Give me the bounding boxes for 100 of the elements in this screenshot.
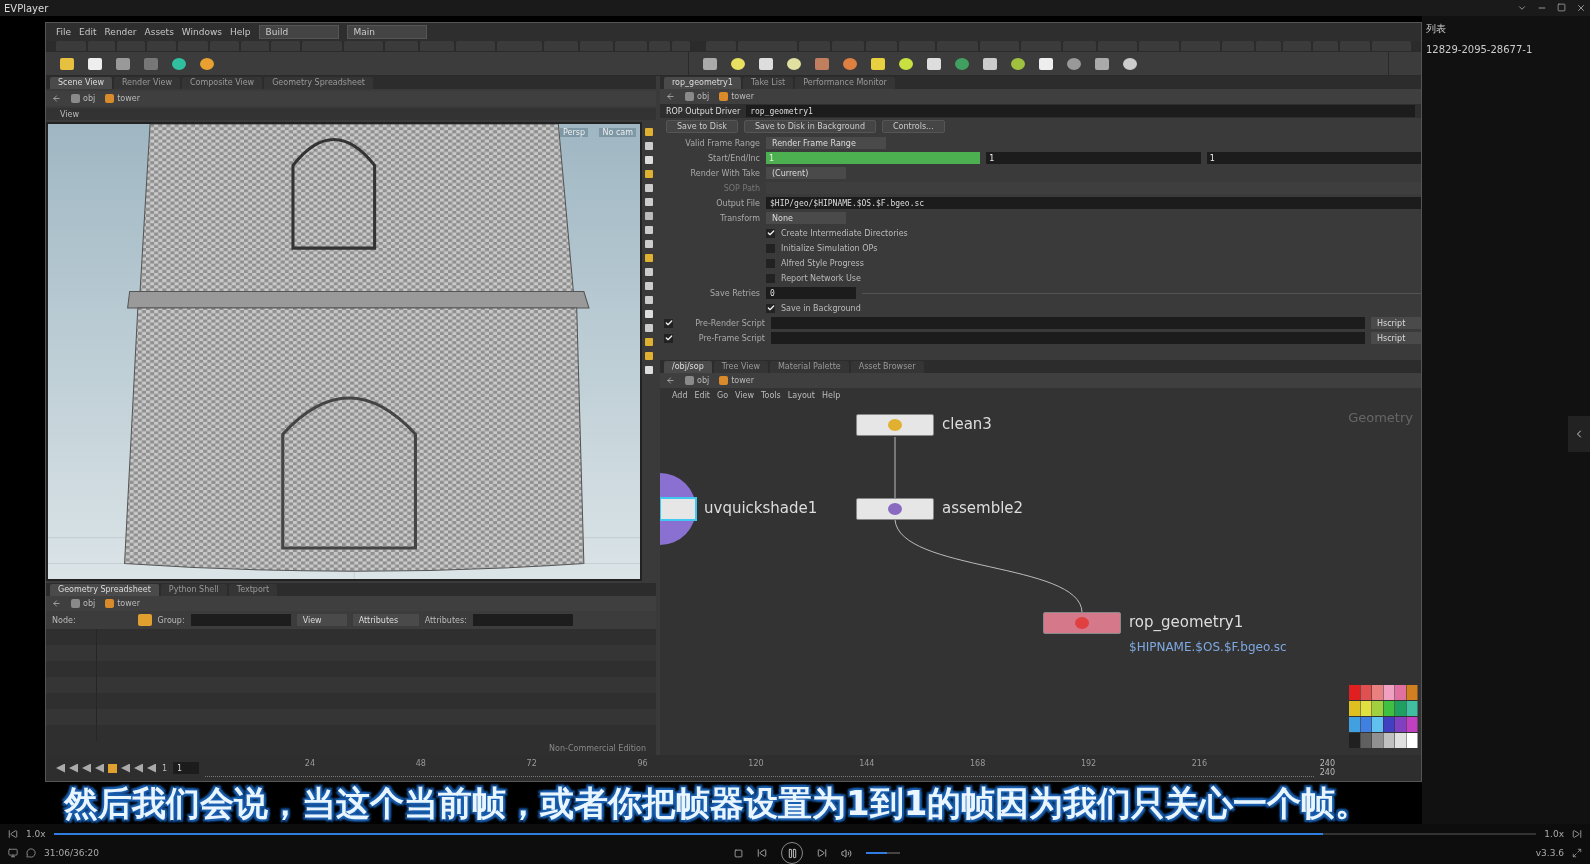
language-menu[interactable]: Hscript (1371, 332, 1421, 344)
screen-icon[interactable] (8, 848, 18, 858)
menu-item[interactable]: Tools (761, 390, 781, 400)
next-icon[interactable] (817, 848, 828, 858)
pane-tab[interactable]: Geometry Spreadsheet (264, 77, 373, 89)
path-item[interactable]: obj (71, 94, 96, 103)
shelf-tool-icon[interactable] (731, 57, 745, 70)
checkbox[interactable] (766, 303, 775, 313)
volume-icon[interactable] (841, 847, 853, 859)
rewind-icon[interactable] (8, 829, 18, 839)
previous-icon[interactable] (757, 848, 768, 858)
text-field[interactable]: $HIP/geo/$HIPNAME.$OS.$F.bgeo.sc (766, 197, 1421, 209)
menu-item[interactable]: Help (822, 390, 841, 400)
shelf-tool-icon[interactable] (899, 57, 913, 70)
pane-tab[interactable]: Composite View (181, 77, 263, 89)
menu-item[interactable]: Edit (79, 27, 97, 37)
pane-tab[interactable]: Material Palette (769, 361, 849, 373)
network-node[interactable] (660, 473, 698, 545)
param-menu[interactable]: (Current) (766, 167, 846, 179)
forward-icon[interactable] (1572, 829, 1582, 839)
network-node[interactable] (856, 414, 934, 436)
shelf-tool-icon[interactable] (116, 57, 130, 70)
language-menu[interactable]: Hscript (1371, 317, 1421, 329)
path-item[interactable]: tower (105, 94, 140, 103)
path-item[interactable]: tower (719, 376, 754, 385)
pane-tab[interactable]: Performance Monitor (795, 77, 895, 89)
pane-tab[interactable]: Tree View (713, 361, 768, 373)
color-palette-drawing[interactable] (1349, 685, 1419, 749)
action-button[interactable]: Save to Disk (666, 120, 738, 133)
shelf-tool-icon[interactable] (1123, 57, 1137, 70)
number-field[interactable]: 1 (1206, 152, 1421, 164)
attributes-menu[interactable]: Attributes (352, 614, 419, 626)
shelf-tool-icon[interactable] (843, 57, 857, 70)
path-item[interactable]: obj (71, 599, 96, 608)
view-menu[interactable]: View (296, 614, 347, 626)
back-arrow-icon[interactable] (666, 92, 675, 101)
pane-tab[interactable]: Asset Browser (850, 361, 924, 373)
text-field[interactable] (771, 317, 1365, 329)
shelf-tool-icon[interactable] (1067, 57, 1081, 70)
checkbox[interactable] (766, 273, 775, 283)
close-icon[interactable] (1576, 3, 1586, 13)
chat-icon[interactable] (26, 848, 36, 858)
pane-tab[interactable]: rop_geometry1 (664, 77, 741, 89)
checkbox[interactable] (766, 228, 775, 238)
speed-label[interactable]: 1.0x (26, 829, 46, 839)
checkbox[interactable] (766, 258, 775, 268)
network-node[interactable] (1043, 612, 1121, 634)
stop-icon[interactable] (734, 848, 744, 858)
shelf-tool-icon[interactable] (871, 57, 885, 70)
param-menu[interactable]: None (766, 212, 846, 224)
number-field[interactable]: 0 (766, 287, 856, 299)
shelf-tool-icon[interactable] (787, 57, 801, 70)
shelf-tool-icon[interactable] (759, 57, 773, 70)
context-menu[interactable]: Main (346, 25, 427, 39)
menu-item[interactable]: Edit (694, 390, 710, 400)
pane-tab[interactable]: Scene View (50, 77, 112, 89)
menu-item[interactable]: Go (717, 390, 729, 400)
shelf-tool-icon[interactable] (172, 57, 186, 70)
menu-item[interactable]: Windows (181, 27, 223, 37)
text-field[interactable] (771, 332, 1365, 344)
timeline-ruler[interactable]: 24 48 72 96 120 144 168 192 216 (205, 759, 1314, 777)
menu-item[interactable]: Add (672, 390, 688, 400)
menu-item[interactable]: Render (104, 27, 137, 37)
shelf-tool-icon[interactable] (88, 57, 102, 70)
shelf-tool-icon[interactable] (200, 57, 214, 70)
path-item[interactable]: obj (685, 92, 710, 101)
menu-item[interactable]: Assets (144, 27, 174, 37)
menu-item[interactable]: Layout (787, 390, 815, 400)
pane-tab[interactable]: Geometry Spreadsheet (50, 584, 159, 596)
pane-tab[interactable]: /obj/sop (664, 361, 712, 373)
group-icon[interactable] (137, 614, 152, 626)
shelf-tool-icon[interactable] (60, 57, 74, 70)
checkbox[interactable] (664, 318, 673, 328)
frame-field[interactable]: 1 (173, 762, 200, 774)
group-field[interactable] (190, 614, 291, 626)
desktop-menu[interactable]: Build (258, 25, 339, 39)
checkbox[interactable] (766, 243, 775, 253)
pane-tab[interactable]: Render View (113, 77, 180, 89)
action-button[interactable]: Save to Disk in Background (743, 120, 876, 133)
menu-item[interactable]: File (56, 27, 72, 37)
path-item[interactable]: tower (105, 599, 140, 608)
back-arrow-icon[interactable] (52, 599, 61, 608)
maximize-icon[interactable] (1557, 3, 1566, 12)
shelf-tool-icon[interactable] (927, 57, 941, 70)
menu-item[interactable]: View (735, 390, 755, 400)
shelf-tool-icon[interactable] (703, 57, 717, 70)
back-arrow-icon[interactable] (666, 376, 675, 385)
node-name-field[interactable]: rop_geometry1 (746, 105, 1415, 117)
shelf-tool-icon[interactable] (1095, 57, 1109, 70)
network-node[interactable] (856, 498, 934, 520)
number-field[interactable]: 1 (986, 152, 1201, 164)
menu-item[interactable]: Help (230, 27, 251, 37)
checkbox[interactable] (664, 333, 673, 343)
collapse-tab[interactable] (1568, 416, 1590, 452)
dropdown-icon[interactable] (1517, 3, 1527, 13)
path-item[interactable]: tower (719, 92, 754, 101)
shelf-tool-icon[interactable] (983, 57, 997, 70)
attributes-field[interactable] (472, 614, 573, 626)
pane-tab[interactable]: Take List (742, 77, 794, 89)
pane-tab[interactable]: Textport (228, 584, 278, 596)
